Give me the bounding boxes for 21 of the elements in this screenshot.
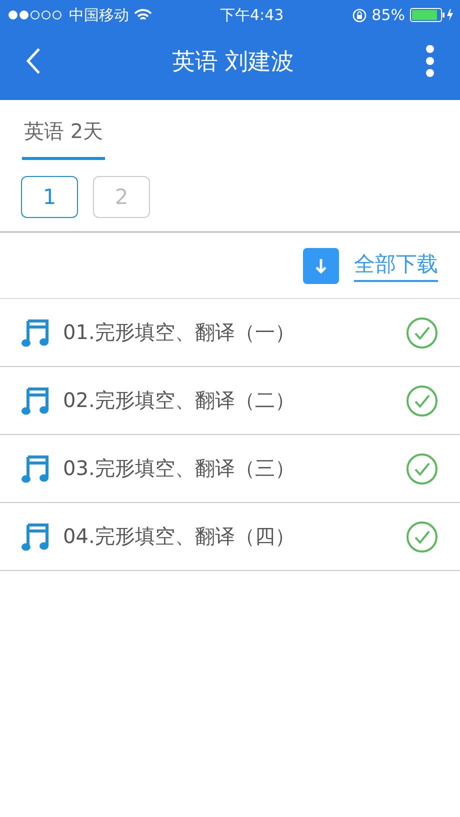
music-note-icon bbox=[21, 318, 49, 348]
battery-icon bbox=[410, 8, 454, 22]
battery-percent: 85% bbox=[372, 6, 405, 24]
track-title[interactable]: 01.完形填空、翻译（一） bbox=[63, 319, 392, 346]
signal-icon bbox=[8, 10, 64, 20]
carrier-name: 中国移动 bbox=[69, 6, 129, 24]
track-title[interactable]: 03.完形填空、翻译（三） bbox=[63, 455, 392, 482]
wifi-icon bbox=[134, 8, 152, 22]
music-note-icon bbox=[21, 522, 49, 552]
track-title[interactable]: 04.完形填空、翻译（四） bbox=[63, 523, 392, 550]
clock-time: 下午4:43 bbox=[220, 6, 284, 24]
music-note-icon bbox=[21, 386, 49, 416]
page-button[interactable]: 1 bbox=[21, 176, 78, 218]
back-icon[interactable] bbox=[25, 47, 41, 75]
rotation-lock-icon bbox=[352, 8, 367, 22]
music-note-icon bbox=[21, 454, 49, 484]
track-title[interactable]: 02.完形填空、翻译（二） bbox=[63, 387, 392, 414]
download-icon[interactable] bbox=[303, 248, 339, 284]
page-title: 英语 刘建波 bbox=[170, 48, 296, 76]
tab[interactable]: 英语 2天 bbox=[22, 114, 106, 160]
more-icon[interactable] bbox=[425, 44, 435, 78]
